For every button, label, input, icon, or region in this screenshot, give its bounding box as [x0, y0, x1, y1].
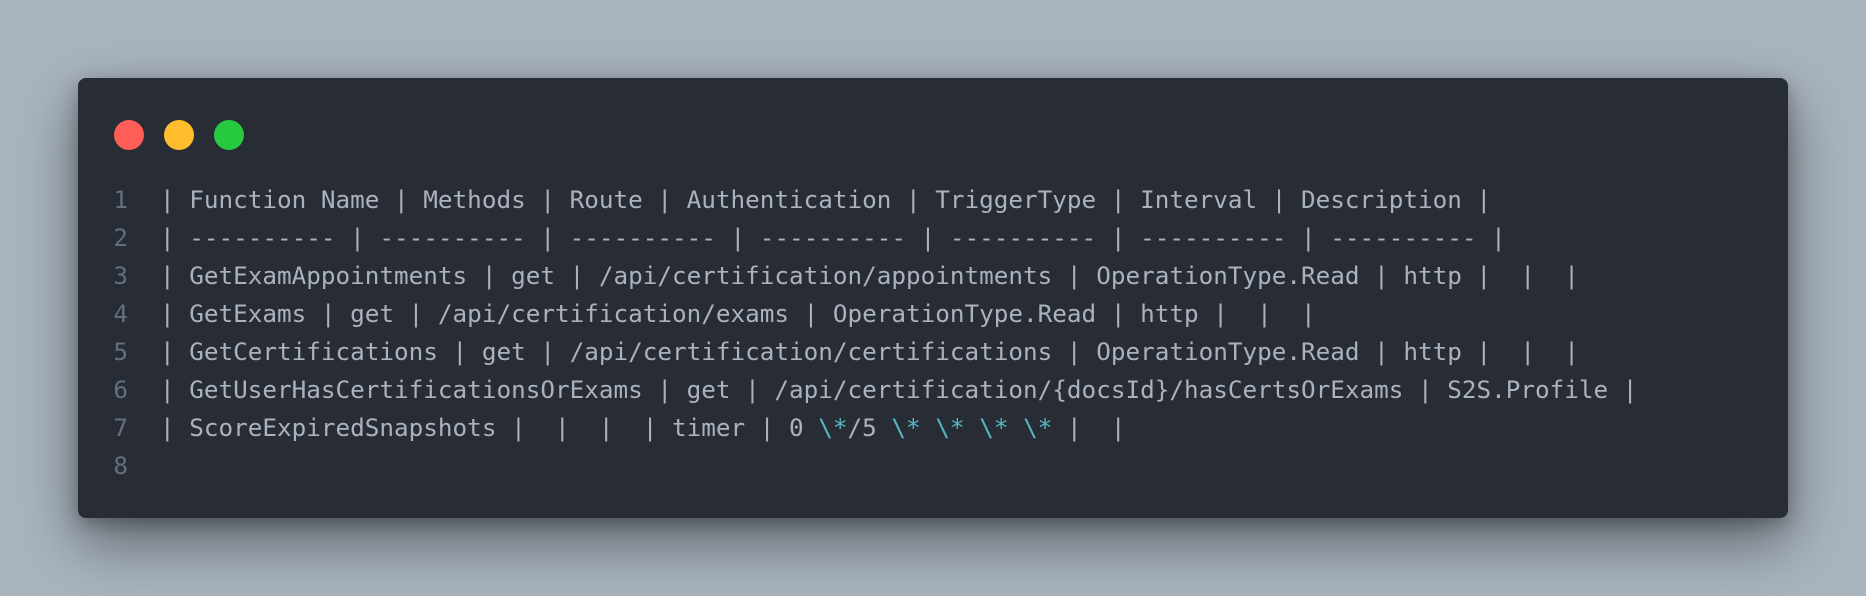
- line-text: | GetExams | get | /api/certification/ex…: [160, 299, 1316, 328]
- close-window-icon[interactable]: [114, 120, 144, 150]
- line-number: 7: [113, 413, 128, 442]
- escape-token: \*: [818, 413, 848, 442]
- maximize-window-icon[interactable]: [214, 120, 244, 150]
- line-text: | ScoreExpiredSnapshots | | | | timer | …: [160, 409, 1126, 447]
- code-line: 7 | ScoreExpiredSnapshots | | | | timer …: [78, 409, 1788, 447]
- code-token: | ScoreExpiredSnapshots | | | | timer | …: [160, 413, 819, 442]
- line-text: | GetUserHasCertificationsOrExams | get …: [160, 375, 1638, 404]
- line-text: | GetExamAppointments | get | /api/certi…: [160, 261, 1579, 290]
- line-number: 8: [113, 451, 128, 480]
- code-line: 1 | Function Name | Methods | Route | Au…: [78, 181, 1788, 219]
- line-text: | Function Name | Methods | Route | Auth…: [160, 185, 1492, 214]
- code-token: /5: [847, 413, 892, 442]
- line-number: 4: [113, 299, 128, 328]
- code-token: | |: [1052, 413, 1126, 442]
- minimize-window-icon[interactable]: [164, 120, 194, 150]
- code-line: 4 | GetExams | get | /api/certification/…: [78, 295, 1788, 333]
- code-line: 6 | GetUserHasCertificationsOrExams | ge…: [78, 371, 1788, 409]
- window-controls: [114, 120, 244, 150]
- line-number: 6: [113, 375, 128, 404]
- code-line: 5 | GetCertifications | get | /api/certi…: [78, 333, 1788, 371]
- line-text: | GetCertifications | get | /api/certifi…: [160, 337, 1579, 366]
- line-text: | ---------- | ---------- | ---------- |…: [160, 223, 1506, 252]
- code-window: 1 | Function Name | Methods | Route | Au…: [78, 78, 1788, 518]
- line-number: 1: [113, 185, 128, 214]
- escape-token: \*: [935, 413, 965, 442]
- code-line: 8: [78, 447, 1788, 485]
- escape-token: \*: [891, 413, 921, 442]
- code-line: 3 | GetExamAppointments | get | /api/cer…: [78, 257, 1788, 295]
- escape-token: \*: [1023, 413, 1053, 442]
- line-number: 2: [113, 223, 128, 252]
- line-number: 3: [113, 261, 128, 290]
- code-block[interactable]: 1 | Function Name | Methods | Route | Au…: [78, 181, 1788, 485]
- escape-token: \*: [979, 413, 1009, 442]
- code-line: 2 | ---------- | ---------- | ----------…: [78, 219, 1788, 257]
- line-number: 5: [113, 337, 128, 366]
